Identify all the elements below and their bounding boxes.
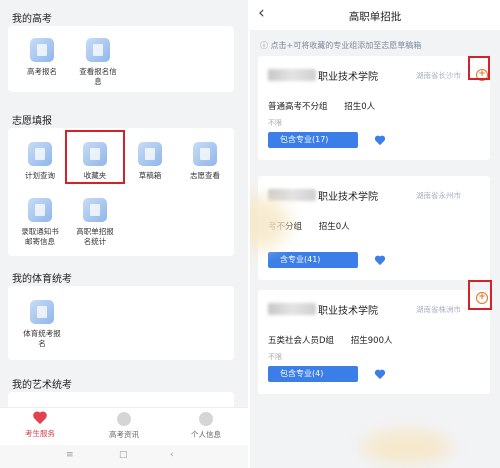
draft-icon [138, 142, 162, 166]
group-name: 普通高考不分组 [268, 102, 328, 112]
tab-gaokao-news[interactable]: 高考资讯 [84, 412, 164, 440]
menu-icon[interactable]: ≡ [66, 450, 74, 460]
user-icon [199, 412, 213, 426]
limit-text: 不限 [268, 353, 282, 361]
app-view-zhiyuan[interactable]: 志愿查看 [177, 142, 233, 181]
app-vocational-signup-stats[interactable]: 高职单招报名统计 [67, 198, 123, 247]
document-icon [30, 38, 54, 62]
tab-bar: 考生服务 高考资讯 个人信息 [0, 407, 248, 445]
card-my-gaokao: 高考报名 查看报名信息 [8, 26, 234, 92]
group-name: 五类社会人员D组 [268, 336, 335, 346]
school-location: 湖南省永州市 [416, 191, 461, 200]
school-location: 湖南省株洲市 [416, 305, 461, 314]
school-card-2: 职业技术学院 湖南省永州市 考不分组 招生0人 含专业(41) [258, 176, 490, 280]
limit-text: 不限 [268, 119, 282, 127]
page-title: 高职单招批 [348, 11, 402, 23]
blurred-school-name [268, 303, 316, 315]
highlight-box-plus-2 [468, 280, 492, 310]
app-drafts[interactable]: 草稿箱 [122, 142, 178, 181]
document-icon [28, 142, 52, 166]
app-sports-exam-signup[interactable]: 体育统考报名 [14, 300, 70, 349]
majors-button[interactable]: 包含专业(4) [268, 366, 358, 382]
back-nav-icon[interactable]: ‹ [170, 450, 174, 460]
school-card-1: 职业技术学院 湖南省长沙市 + 普通高考不分组 招生0人 不限 包含专业(17) [258, 56, 490, 160]
blurred-school-name [268, 69, 316, 81]
majors-button[interactable]: 包含专业(17) [268, 132, 358, 148]
document-icon [30, 300, 54, 324]
app-admission-mail-info[interactable]: 录取通知书邮寄信息 [12, 198, 68, 247]
top-bar: ‹ 高职单招批 [250, 0, 500, 30]
view-icon [193, 142, 217, 166]
app-gaokao-signup[interactable]: 高考报名 [14, 38, 70, 77]
left-screen: 我的高考 高考报名 查看报名信息 志愿填报 计划查询 收藏夹 草稿箱 志愿查看 [0, 0, 248, 468]
tab-personal-info[interactable]: 个人信息 [166, 412, 246, 440]
enroll-count: 招生900人 [350, 336, 393, 346]
section-zhiyuan: 志愿填报 [12, 116, 52, 127]
right-screen: ‹ 高职单招批 ⓘ 点击+可将收藏的专业组添加至志愿草稿箱 职业技术学院 湖南省… [250, 0, 500, 468]
stats-icon [83, 198, 107, 222]
school-name: 职业技术学院 [318, 72, 378, 83]
news-icon [117, 412, 131, 426]
mail-icon [28, 198, 52, 222]
blurred-school-name [268, 189, 316, 201]
home-icon[interactable]: □ [119, 450, 128, 460]
section-my-gaokao: 我的高考 [12, 14, 52, 25]
majors-button[interactable]: 含专业(41) [268, 252, 358, 268]
app-view-signup-info[interactable]: 查看报名信息 [70, 38, 126, 87]
school-name: 职业技术学院 [318, 306, 378, 317]
section-tiyu: 我的体育统考 [12, 274, 72, 285]
heart-icon [33, 412, 47, 425]
add-tip: ⓘ 点击+可将收藏的专业组添加至志愿草稿箱 [260, 41, 422, 50]
favorite-heart-icon[interactable] [374, 136, 385, 146]
enroll-count: 招生0人 [344, 102, 376, 112]
card-tiyu: 体育统考报名 [8, 286, 234, 360]
favorite-heart-icon[interactable] [374, 370, 385, 380]
section-yishu: 我的艺术统考 [12, 380, 72, 391]
system-nav-bar: ≡ □ ‹ [0, 445, 248, 468]
tab-student-services[interactable]: 考生服务 [0, 412, 80, 439]
school-card-3: 职业技术学院 湖南省株洲市 + 五类社会人员D组 招生900人 不限 包含专业(… [258, 290, 490, 394]
highlight-box-plus-1 [468, 56, 490, 80]
favorite-heart-icon[interactable] [374, 256, 385, 266]
document-icon [86, 38, 110, 62]
school-name: 职业技术学院 [318, 192, 378, 203]
enroll-count: 招生0人 [318, 222, 350, 232]
watermark-blob [362, 430, 452, 464]
app-plan-query[interactable]: 计划查询 [12, 142, 68, 181]
highlight-box-favorites [65, 130, 125, 184]
school-location: 湖南省长沙市 [416, 71, 461, 80]
